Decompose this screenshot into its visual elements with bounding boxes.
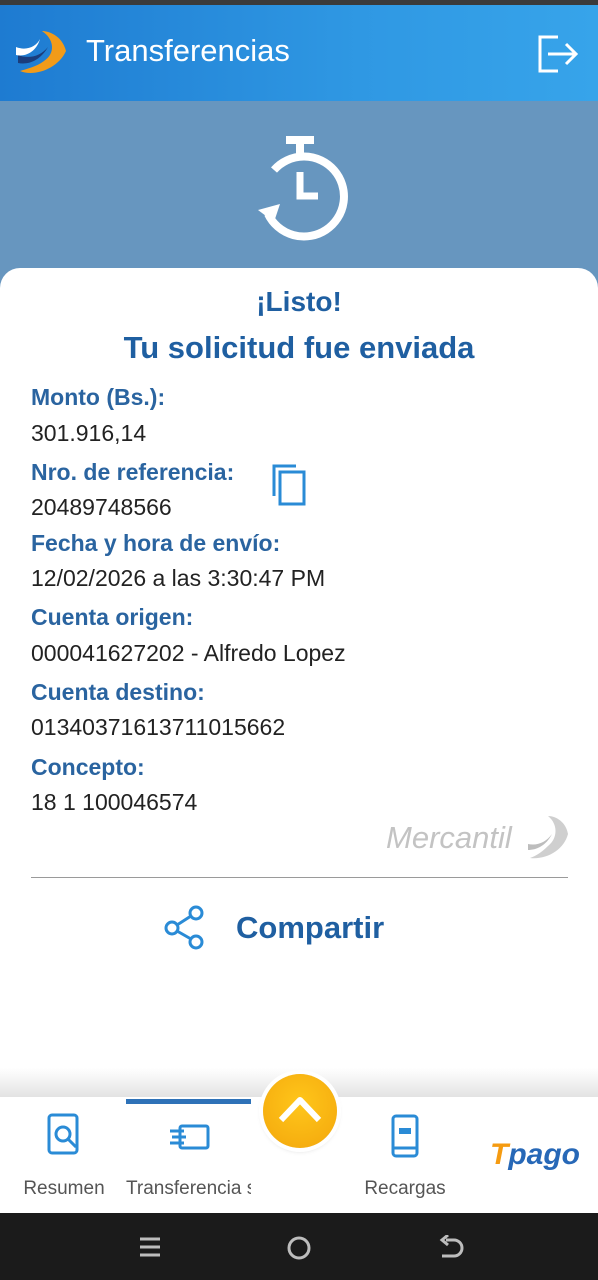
transfer-icon — [170, 1124, 210, 1150]
concept-label: Concepto: — [31, 754, 145, 780]
datetime-value: 12/02/2026 a las 3:30:47 PM — [31, 565, 326, 591]
page-title: Transferencias — [86, 33, 290, 68]
share-icon[interactable] — [162, 904, 206, 950]
nav-label-transferencias: Transferencia s — [126, 1178, 251, 1199]
tpago-logo[interactable]: Tpago — [490, 1138, 580, 1172]
copy-icon[interactable] — [268, 462, 310, 508]
destination-account-value: 01340371613711015662 — [31, 714, 286, 740]
confirmation-title: ¡Listo! — [256, 286, 342, 317]
search-document-icon — [47, 1113, 79, 1155]
reference-label: Nro. de referencia: — [31, 459, 235, 485]
mercantil-watermark: Mercantil — [386, 814, 576, 864]
chevron-up-icon — [278, 1097, 322, 1123]
reference-value: 20489748566 — [31, 494, 172, 520]
nav-label-recargas: Recargas — [364, 1178, 446, 1199]
stopwatch-history-icon — [258, 136, 348, 241]
nav-active-indicator — [126, 1099, 251, 1104]
phone-recharge-icon — [391, 1114, 419, 1158]
concept-value: 18 1 100046574 — [31, 789, 198, 815]
app-header: Transferencias — [0, 5, 598, 101]
amount-value: 301.916,14 — [31, 420, 147, 446]
amount-label: Monto (Bs.): — [31, 384, 166, 410]
destination-account-label: Cuenta destino: — [31, 679, 205, 705]
home-icon[interactable] — [286, 1235, 312, 1261]
logout-icon[interactable] — [534, 31, 580, 77]
nav-label-resumen: Resumen — [23, 1178, 105, 1199]
recent-apps-icon[interactable] — [138, 1235, 162, 1259]
datetime-label: Fecha y hora de envío: — [31, 530, 281, 556]
divider — [31, 877, 568, 878]
tpago-logo-rest: pago — [508, 1138, 580, 1171]
back-icon[interactable] — [436, 1235, 464, 1261]
share-button[interactable]: Compartir — [236, 910, 384, 946]
mercantil-watermark-icon — [528, 816, 568, 859]
origin-account-value: 000041627202 - Alfredo Lopez — [31, 640, 346, 666]
system-nav-bar — [0, 1213, 598, 1280]
center-action-button[interactable] — [263, 1074, 337, 1148]
tpago-logo-t: T — [490, 1138, 509, 1171]
origin-account-label: Cuenta origen: — [31, 604, 194, 630]
mercantil-watermark-text: Mercantil — [386, 820, 512, 855]
mercantil-logo-icon — [16, 31, 66, 73]
confirmation-subtitle: Tu solicitud fue enviada — [123, 330, 475, 365]
